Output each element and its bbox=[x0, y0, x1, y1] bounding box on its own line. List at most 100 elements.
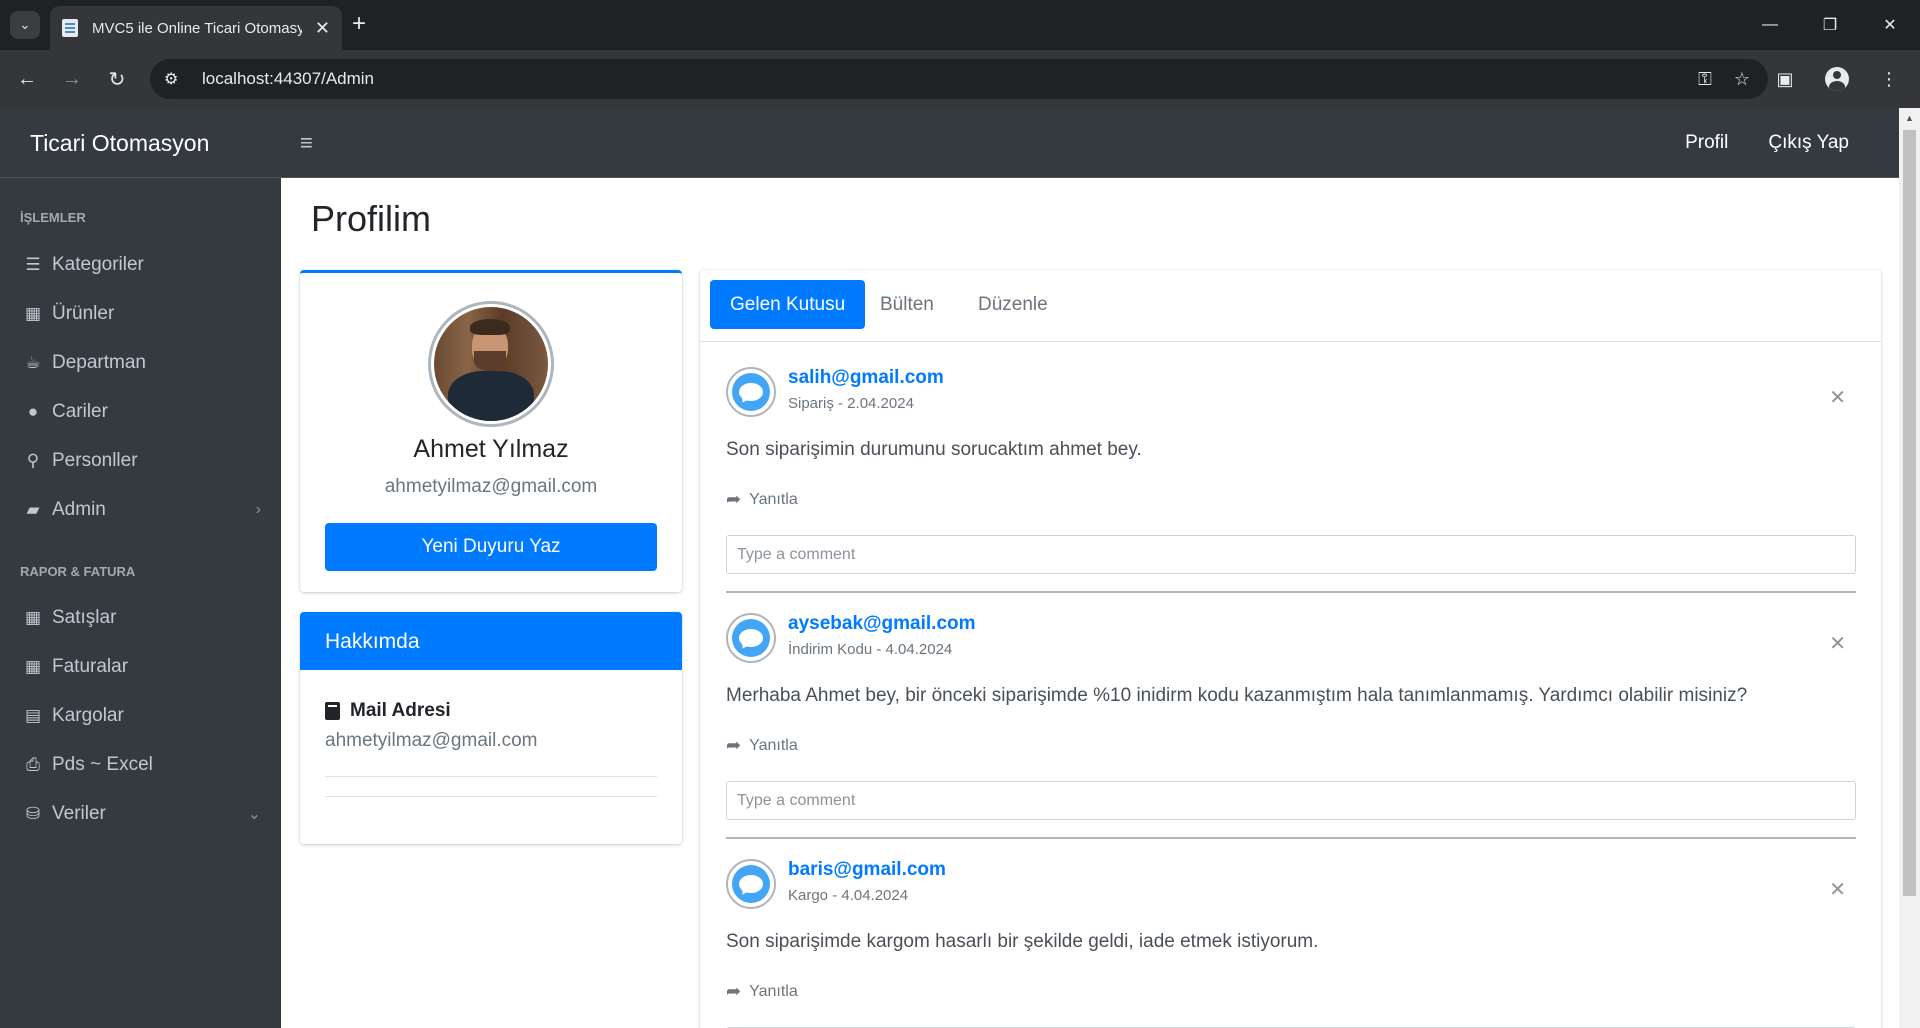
message-text: Merhaba Ahmet bey, bir önceki siparişimd… bbox=[726, 685, 1748, 706]
message-meta: Kargo - 4.04.2024 bbox=[788, 887, 909, 904]
key-icon[interactable]: ⚿ bbox=[1698, 69, 1712, 90]
close-icon[interactable]: ✕ bbox=[1829, 877, 1846, 902]
sidebar-item-pds-excel[interactable]: ⎙ Pds ~ Excel bbox=[0, 740, 281, 790]
new-tab-button[interactable]: + bbox=[352, 11, 366, 37]
kebab-menu-icon[interactable]: ⋮ bbox=[1872, 62, 1906, 96]
tab-inbox[interactable]: Gelen Kutusu bbox=[710, 280, 866, 329]
book-icon bbox=[325, 702, 340, 720]
mail-label-text: Mail Adresi bbox=[350, 700, 451, 721]
calendar-icon: ▦ bbox=[24, 608, 42, 627]
message-sender[interactable]: salih@gmail.com bbox=[788, 367, 944, 389]
window-close-icon[interactable]: ✕ bbox=[1860, 0, 1920, 50]
brand-link[interactable]: Ticari Otomasyon bbox=[30, 130, 209, 157]
sidebar-item-urunler[interactable]: ▦ Ürünler bbox=[0, 289, 281, 339]
message-avatar bbox=[726, 367, 776, 417]
profile-link[interactable]: Profil bbox=[1685, 132, 1728, 154]
scroll-thumb[interactable] bbox=[1903, 130, 1916, 896]
message-meta: Sipariş - 2.04.2024 bbox=[788, 395, 914, 412]
new-announcement-button[interactable]: Yeni Duyuru Yaz bbox=[325, 523, 657, 571]
share-icon: ➦ bbox=[726, 489, 742, 509]
table-icon: ▦ bbox=[24, 304, 42, 323]
search-icon: ⚲ bbox=[26, 451, 40, 470]
close-icon[interactable]: ✕ bbox=[315, 18, 330, 39]
message-avatar bbox=[726, 859, 776, 909]
page-scrollbar[interactable]: ▲ bbox=[1899, 108, 1920, 1028]
coffee-icon: ☕ bbox=[25, 353, 41, 372]
restore-icon[interactable]: ❐ bbox=[1800, 0, 1860, 50]
sidebar-item-label: Veriler bbox=[52, 803, 106, 824]
tabs-bar: Gelen Kutusu Bülten Düzenle bbox=[700, 270, 1881, 342]
reply-link[interactable]: ➦ Yanıtla bbox=[726, 981, 798, 1002]
message-sender[interactable]: baris@gmail.com bbox=[788, 859, 946, 881]
browser-toolbar: ← → ↻ ⚙ localhost:44307/Admin ⚿ ☆ ▣ ⋮ bbox=[0, 50, 1920, 108]
browser-tab[interactable]: MVC5 ile Online Ticari Otomasyon ✕ bbox=[50, 6, 342, 50]
reply-link[interactable]: ➦ Yanıtla bbox=[726, 489, 798, 510]
sidebar-item-cariler[interactable]: ● Cariler bbox=[0, 387, 281, 437]
sidebar-item-label: Cariler bbox=[52, 401, 108, 422]
tab-title: MVC5 ile Online Ticari Otomasyon bbox=[92, 19, 302, 37]
chevron-down-icon: ⌄ bbox=[247, 806, 261, 823]
sidebar-item-label: Departman bbox=[52, 352, 146, 373]
forward-arrow-icon[interactable]: → bbox=[55, 62, 89, 96]
tab-search-button[interactable]: ⌄ bbox=[10, 11, 40, 39]
hamburger-icon[interactable]: ≡ bbox=[300, 130, 313, 156]
message-meta: İndirim Kodu - 4.04.2024 bbox=[788, 641, 953, 658]
site-info-icon[interactable]: ⚙ bbox=[164, 69, 192, 89]
sidebar-item-satislar[interactable]: ▦ Satışlar bbox=[0, 593, 281, 643]
message-avatar bbox=[726, 613, 776, 663]
list-icon: ☰ bbox=[25, 255, 41, 274]
profile-name: Ahmet Yılmaz bbox=[413, 435, 569, 463]
close-icon[interactable]: ✕ bbox=[1829, 385, 1846, 410]
comment-input[interactable] bbox=[726, 781, 1856, 820]
chat-bubble-icon bbox=[732, 865, 770, 903]
content-wrapper: Profilim Ahmet Yılmaz ahmetyilmaz@gmail.… bbox=[281, 178, 1899, 1028]
star-icon[interactable]: ☆ bbox=[1734, 69, 1750, 90]
mail-label: Mail Adresi bbox=[325, 700, 451, 722]
sidebar-item-personller[interactable]: ⚲ Personller bbox=[0, 436, 281, 486]
sidebar-item-label: Kargolar bbox=[52, 705, 124, 726]
messages-card: Gelen Kutusu Bülten Düzenle salih@gmail.… bbox=[700, 270, 1881, 1028]
profile-icon[interactable] bbox=[1820, 62, 1854, 96]
sidebar-item-label: Kategoriler bbox=[52, 254, 144, 275]
reply-label: Yanıtla bbox=[749, 736, 798, 754]
divider bbox=[325, 776, 657, 777]
comment-input[interactable] bbox=[726, 535, 1856, 574]
tab-edit[interactable]: Düzenle bbox=[958, 280, 1068, 329]
address-bar[interactable]: ⚙ localhost:44307/Admin ⚿ ☆ bbox=[150, 59, 1768, 99]
calendar-icon: ▦ bbox=[24, 657, 42, 676]
sidebar-item-departman[interactable]: ☕ Departman bbox=[0, 338, 281, 388]
sidebar-item-faturalar[interactable]: ▦ Faturalar bbox=[0, 642, 281, 692]
user-icon: ● bbox=[27, 402, 39, 421]
about-card: Hakkımda Mail Adresi ahmetyilmaz@gmail.c… bbox=[300, 612, 682, 844]
sidebar-item-label: Pds ~ Excel bbox=[52, 754, 153, 775]
page-title: Profilim bbox=[311, 198, 432, 239]
lock-icon: ▰ bbox=[26, 500, 40, 519]
sidebar-item-kategoriler[interactable]: ☰ Kategoriler bbox=[0, 240, 281, 290]
sidebar-item-veriler[interactable]: ⛁ Veriler ⌄ bbox=[0, 789, 281, 839]
reply-link[interactable]: ➦ Yanıtla bbox=[726, 735, 798, 756]
about-header: Hakkımda bbox=[300, 612, 682, 670]
logout-link[interactable]: Çıkış Yap bbox=[1768, 132, 1849, 154]
minimize-icon[interactable]: — bbox=[1740, 0, 1800, 50]
reply-label: Yanıtla bbox=[749, 490, 798, 508]
scroll-up-arrow-icon[interactable]: ▲ bbox=[1899, 108, 1920, 128]
app: Ticari Otomasyon ≡ Profil Çıkış Yap İŞLE… bbox=[0, 108, 1899, 1028]
sidebar-item-label: Admin bbox=[52, 499, 106, 520]
sidebar-item-admin[interactable]: ▰ Admin › bbox=[0, 485, 281, 535]
close-icon[interactable]: ✕ bbox=[1829, 631, 1846, 656]
navbar: Ticari Otomasyon ≡ Profil Çıkış Yap bbox=[0, 108, 1899, 178]
reload-icon[interactable]: ↻ bbox=[100, 62, 134, 96]
profile-card: Ahmet Yılmaz ahmetyilmaz@gmail.com Yeni … bbox=[300, 270, 682, 592]
window-controls: — ❐ ✕ bbox=[1740, 0, 1920, 50]
side-panel-icon[interactable]: ▣ bbox=[1768, 62, 1802, 96]
back-arrow-icon[interactable]: ← bbox=[10, 62, 44, 96]
share-icon: ➦ bbox=[726, 981, 742, 1001]
tab-bulletin[interactable]: Bülten bbox=[860, 280, 954, 329]
sidebar-item-label: Satışlar bbox=[52, 607, 117, 628]
chat-bubble-icon bbox=[732, 619, 770, 657]
sidebar-section-header: RAPOR & FATURA bbox=[20, 564, 136, 579]
database-icon: ⛁ bbox=[25, 804, 41, 823]
sidebar-item-kargolar[interactable]: ▤ Kargolar bbox=[0, 691, 281, 741]
message-sender[interactable]: aysebak@gmail.com bbox=[788, 613, 976, 635]
boxes-icon: ▤ bbox=[24, 706, 42, 725]
